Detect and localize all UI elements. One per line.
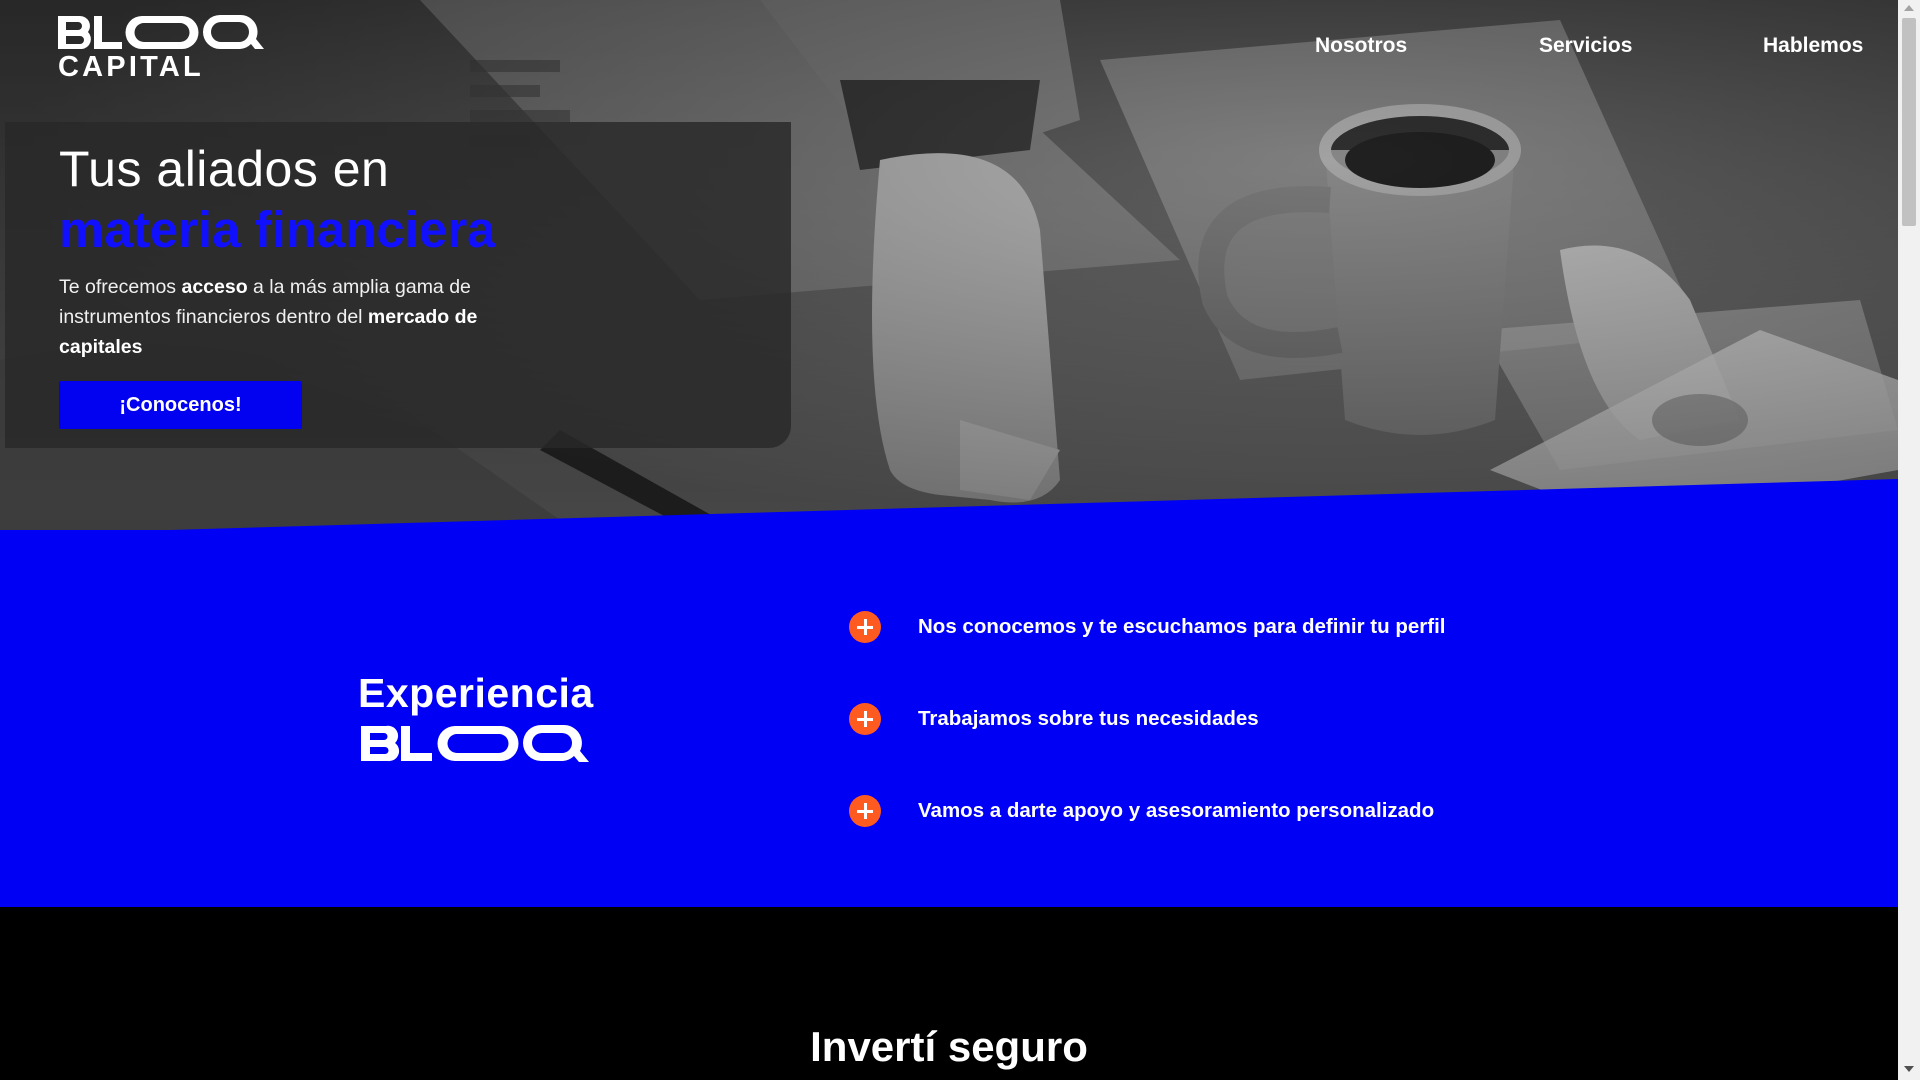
invest-title: Invertí seguro bbox=[810, 1023, 1088, 1070]
hero-description: Te ofrecemos acceso a la más amplia gama… bbox=[59, 272, 519, 362]
feature-item-1: Nos conocemos y te escuchamos para defin… bbox=[849, 610, 1445, 644]
page: CAPITAL Nosotros Servicios Hablemos Tus … bbox=[0, 0, 1898, 1080]
bloq-logo bbox=[361, 724, 589, 762]
feature-text-3: Vamos a darte apoyo y asesoramiento pers… bbox=[918, 799, 1435, 822]
hero-title-line2: materia financiera bbox=[59, 201, 496, 258]
scroll-down-arrow-icon[interactable] bbox=[1904, 1066, 1914, 1072]
scroll-thumb[interactable] bbox=[1902, 18, 1916, 226]
plus-circle-icon bbox=[849, 611, 881, 643]
scroll-up-arrow-icon[interactable] bbox=[1904, 5, 1914, 11]
experience-title: Experiencia bbox=[358, 670, 594, 716]
feature-text-2: Trabajamos sobre tus necesidades bbox=[918, 707, 1259, 730]
bloq-capital-logo[interactable]: CAPITAL bbox=[58, 14, 264, 78]
plus-circle-icon bbox=[849, 703, 881, 735]
hero-section: CAPITAL Nosotros Servicios Hablemos Tus … bbox=[0, 0, 1898, 535]
feature-item-3: Vamos a darte apoyo y asesoramiento pers… bbox=[849, 794, 1434, 828]
hero-text-part1: Te ofrecemos bbox=[59, 276, 182, 298]
conocenos-button[interactable]: ¡Conocenos! bbox=[59, 381, 302, 429]
nav-nosotros[interactable]: Nosotros bbox=[1315, 34, 1407, 58]
feature-item-2: Trabajamos sobre tus necesidades bbox=[849, 702, 1259, 736]
hero-title-line1: Tus aliados en bbox=[59, 141, 390, 197]
plus-circle-icon bbox=[849, 795, 881, 827]
logo-capital-text: CAPITAL bbox=[58, 51, 204, 78]
nav-hablemos[interactable]: Hablemos bbox=[1763, 34, 1863, 58]
nav-servicios[interactable]: Servicios bbox=[1539, 34, 1632, 58]
feature-text-1: Nos conocemos y te escuchamos para defin… bbox=[918, 615, 1446, 638]
hero-text-bold1: acceso bbox=[181, 276, 248, 298]
page-scrollbar[interactable] bbox=[1898, 0, 1920, 1080]
